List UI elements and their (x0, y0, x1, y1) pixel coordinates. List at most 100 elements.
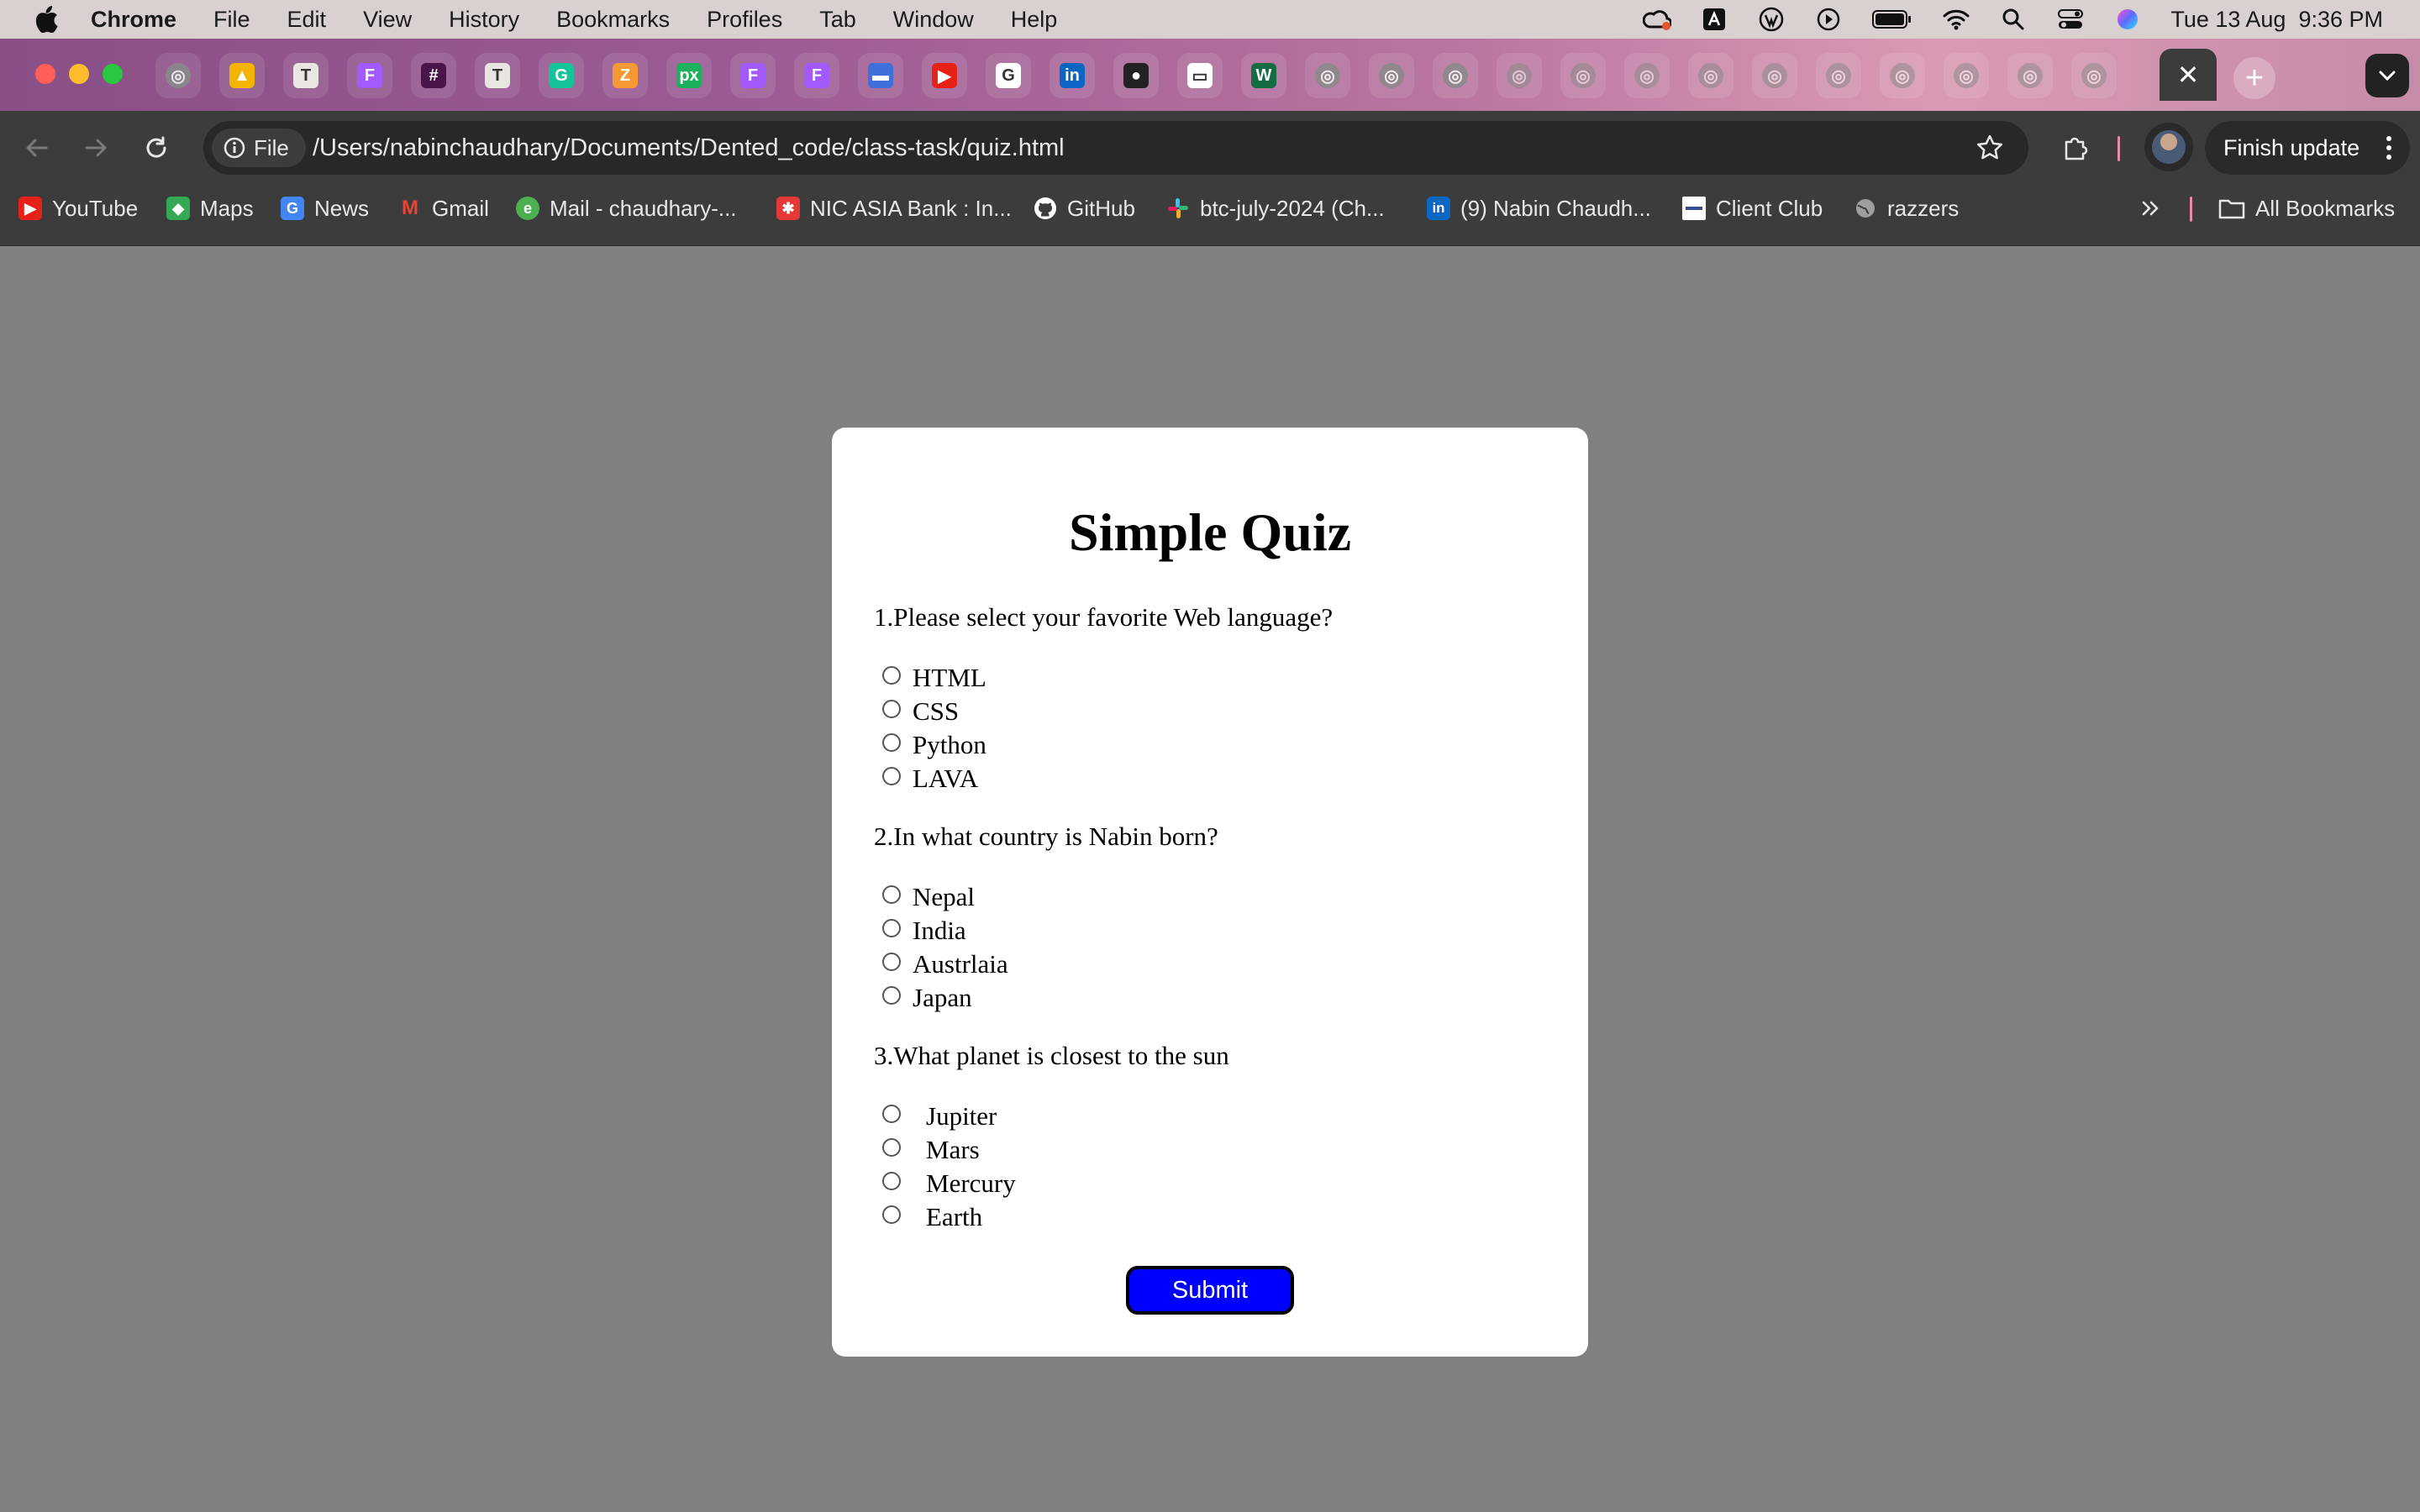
radio-button[interactable] (882, 1105, 901, 1123)
pinned-tab[interactable]: Z (602, 53, 648, 98)
reload-button[interactable] (138, 129, 175, 166)
option-japan[interactable]: Japan (882, 981, 972, 1015)
apple-icon[interactable] (34, 5, 59, 34)
option-css[interactable]: CSS (882, 695, 959, 728)
pinned-tab[interactable]: # (411, 53, 456, 98)
menu-file[interactable]: File (213, 7, 250, 33)
pinned-tab[interactable]: F (794, 53, 839, 98)
bookmark-razzers[interactable]: razzers (1854, 185, 1959, 232)
option-nepal[interactable]: Nepal (882, 880, 975, 914)
pinned-tab[interactable]: G (986, 53, 1031, 98)
wordpress-icon[interactable] (1757, 7, 1786, 32)
option-jupiter[interactable]: Jupiter (882, 1100, 997, 1133)
pinned-tab[interactable]: W (1241, 53, 1286, 98)
bookmark-mail[interactable]: e Mail - chaudhary-... (516, 185, 737, 232)
menu-profiles[interactable]: Profiles (707, 7, 782, 33)
pinned-tab[interactable]: in (1050, 53, 1095, 98)
pinned-tab[interactable]: T (475, 53, 520, 98)
bookmark-youtube[interactable]: ▶ YouTube (18, 185, 138, 232)
pinned-tab[interactable]: ▶ (922, 53, 967, 98)
creative-cloud-icon[interactable] (1643, 7, 1672, 32)
bookmark-star-icon[interactable] (1975, 133, 2005, 163)
pinned-tab[interactable]: px (666, 53, 712, 98)
pinned-tab[interactable]: T (283, 53, 329, 98)
play-icon[interactable] (1814, 7, 1843, 32)
radio-button[interactable] (882, 919, 901, 937)
pinned-tab[interactable]: ◎ (1816, 53, 1861, 98)
new-tab-button[interactable]: + (2233, 57, 2275, 99)
bookmark-nic-asia[interactable]: ✱ NIC ASIA Bank : In... (776, 185, 1012, 232)
adobe-acrobat-icon[interactable] (1700, 7, 1728, 32)
pinned-tab[interactable]: ◎ (1752, 53, 1797, 98)
bookmark-client-club[interactable]: Client Club (1682, 185, 1823, 232)
pinned-tab[interactable]: ◎ (2071, 53, 2117, 98)
pinned-tab[interactable]: ▲ (219, 53, 265, 98)
menubar-clock[interactable]: Tue 13 Aug 9:36 PM (2170, 7, 2383, 33)
menu-app-name[interactable]: Chrome (91, 7, 176, 33)
bookmark-gmail[interactable]: M Gmail (398, 185, 489, 232)
option-india[interactable]: India (882, 914, 966, 948)
option-lava[interactable]: LAVA (882, 762, 978, 795)
pinned-tab[interactable]: ◎ (1369, 53, 1414, 98)
pinned-tab[interactable]: ● (1113, 53, 1159, 98)
pinned-tab[interactable]: ◎ (1624, 53, 1670, 98)
radio-button[interactable] (882, 666, 901, 685)
radio-button[interactable] (882, 700, 901, 718)
option-html[interactable]: HTML (882, 661, 986, 695)
active-tab[interactable]: ✕ (2160, 49, 2217, 101)
bookmark-btc-july[interactable]: btc-july-2024 (Ch... (1166, 185, 1385, 232)
radio-button[interactable] (882, 1138, 901, 1157)
profile-avatar[interactable] (2144, 123, 2193, 171)
menu-tab[interactable]: Tab (819, 7, 856, 33)
menu-history[interactable]: History (449, 7, 519, 33)
forward-button[interactable] (77, 129, 114, 166)
bookmark-news[interactable]: G News (281, 185, 369, 232)
option-python[interactable]: Python (882, 728, 986, 762)
option-earth[interactable]: Earth (882, 1200, 982, 1234)
all-bookmarks-button[interactable]: All Bookmarks (2218, 185, 2395, 232)
site-info-chip[interactable]: File (212, 129, 306, 167)
menu-bookmarks[interactable]: Bookmarks (556, 7, 670, 33)
close-tab-icon[interactable]: ✕ (2177, 59, 2200, 91)
radio-button[interactable] (882, 986, 901, 1005)
pinned-tab[interactable]: ◎ (1305, 53, 1350, 98)
menu-help[interactable]: Help (1011, 7, 1058, 33)
option-mars[interactable]: Mars (882, 1133, 980, 1167)
bookmark-maps[interactable]: ◆ Maps (166, 185, 254, 232)
pinned-tab[interactable]: G (539, 53, 584, 98)
address-bar[interactable]: File /Users/nabinchaudhary/Documents/Den… (203, 121, 2028, 175)
pinned-tab[interactable]: ◎ (1560, 53, 1606, 98)
zoom-window-button[interactable] (103, 64, 123, 84)
radio-button[interactable] (882, 953, 901, 971)
radio-button[interactable] (882, 733, 901, 752)
url-text[interactable]: /Users/nabinchaudhary/Documents/Dented_c… (313, 121, 1065, 175)
radio-button[interactable] (882, 1172, 901, 1190)
pinned-tab[interactable]: ◎ (2007, 53, 2053, 98)
submit-button[interactable]: Submit (1126, 1266, 1294, 1315)
pinned-tab[interactable]: F (347, 53, 392, 98)
pinned-tab[interactable]: ◎ (1497, 53, 1542, 98)
radio-button[interactable] (882, 1205, 901, 1224)
menu-window[interactable]: Window (893, 7, 974, 33)
pinned-tab[interactable]: ◎ (155, 53, 201, 98)
battery-icon[interactable] (1871, 7, 1913, 32)
menu-view[interactable]: View (363, 7, 412, 33)
pinned-tab[interactable]: ▬ (858, 53, 903, 98)
pinned-tab[interactable]: ▭ (1177, 53, 1223, 98)
minimize-window-button[interactable] (69, 64, 89, 84)
spotlight-search-icon[interactable] (1999, 7, 2028, 32)
bookmark-linkedin[interactable]: in (9) Nabin Chaudh... (1427, 185, 1651, 232)
option-austrlaia[interactable]: Austrlaia (882, 948, 1008, 981)
wifi-icon[interactable] (1942, 7, 1970, 32)
more-bookmarks-button[interactable] (2141, 185, 2161, 232)
more-menu-icon[interactable] (2386, 136, 2391, 160)
pinned-tab[interactable]: ◎ (1688, 53, 1733, 98)
radio-button[interactable] (882, 885, 901, 904)
pinned-tab[interactable]: ◎ (1944, 53, 1989, 98)
radio-button[interactable] (882, 767, 901, 785)
finish-update-button[interactable]: Finish update (2205, 121, 2410, 175)
pinned-tab[interactable]: F (730, 53, 776, 98)
back-button[interactable] (18, 129, 55, 166)
pinned-tab[interactable]: ◎ (1880, 53, 1925, 98)
siri-icon[interactable] (2113, 7, 2142, 32)
